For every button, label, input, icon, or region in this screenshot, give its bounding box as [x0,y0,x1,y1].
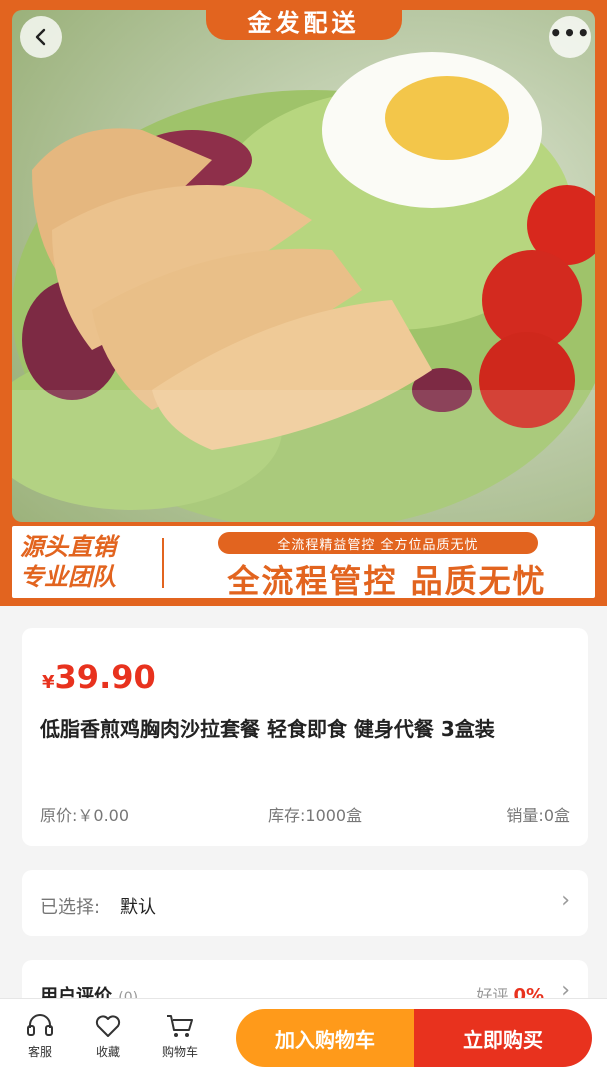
promo-divider [162,538,164,588]
price: ¥39.90 [42,658,156,696]
buy-now-button[interactable]: 立即购买 [414,1009,592,1067]
favorite-button[interactable]: 收藏 [80,1013,136,1060]
promo-left-line1: 源头直销 [20,533,116,561]
promo-pill: 全流程精益管控 全方位品质无忧 [218,532,538,554]
promo-headline: 全流程管控 品质无忧 [227,562,547,600]
cart-label: 购物车 [161,1045,198,1059]
chevron-right-icon: › [561,888,570,913]
spec-selector[interactable]: 已选择: 默认 › [22,870,588,936]
selection-label: 已选择: [40,897,101,918]
product-info-card: ¥39.90 低脂香煎鸡胸肉沙拉套餐 轻食即食 健身代餐 3盒装 原价:￥0.0… [22,628,588,846]
add-to-cart-button[interactable]: 加入购物车 [236,1009,414,1067]
product-title: 低脂香煎鸡胸肉沙拉套餐 轻食即食 健身代餐 3盒装 [40,717,495,741]
more-dots-icon: ••• [549,21,591,45]
promo-strip: 源头直销 专业团队 全流程精益管控 全方位品质无忧 全流程管控 品质无忧 [12,526,595,600]
customer-service-button[interactable]: 客服 [12,1013,68,1060]
headset-icon [27,1014,53,1036]
price-value: 39.90 [54,658,156,696]
product-image-area: 金发配送 ••• 源头直销 专业团队 全流程精益管控 全方位品质无忧 全流程管控… [0,0,607,606]
bottom-action-bar: 客服 收藏 购物车 加入购物车 立即购买 [0,998,607,1080]
selection-value: 默认 [120,897,156,918]
salad-illustration [12,52,595,522]
cart-icon [167,1015,193,1037]
promo-left-line2: 专业团队 [20,563,116,591]
back-button[interactable] [20,16,62,58]
promo-left-text: 源头直销 专业团队 [20,532,154,592]
sales-count: 销量:0盒 [506,806,570,825]
cart-button[interactable]: 购物车 [152,1013,208,1060]
currency-symbol: ¥ [42,672,55,693]
service-label: 客服 [27,1045,52,1059]
more-button[interactable]: ••• [549,16,591,58]
product-photo [12,10,595,522]
stock: 库存:1000盒 [268,806,363,825]
favorite-label: 收藏 [95,1045,120,1059]
back-arrow-icon [35,28,46,46]
delivery-banner: 金发配送 [205,0,402,40]
heart-icon [95,1015,121,1037]
original-price: 原价:￥0.00 [40,806,130,825]
